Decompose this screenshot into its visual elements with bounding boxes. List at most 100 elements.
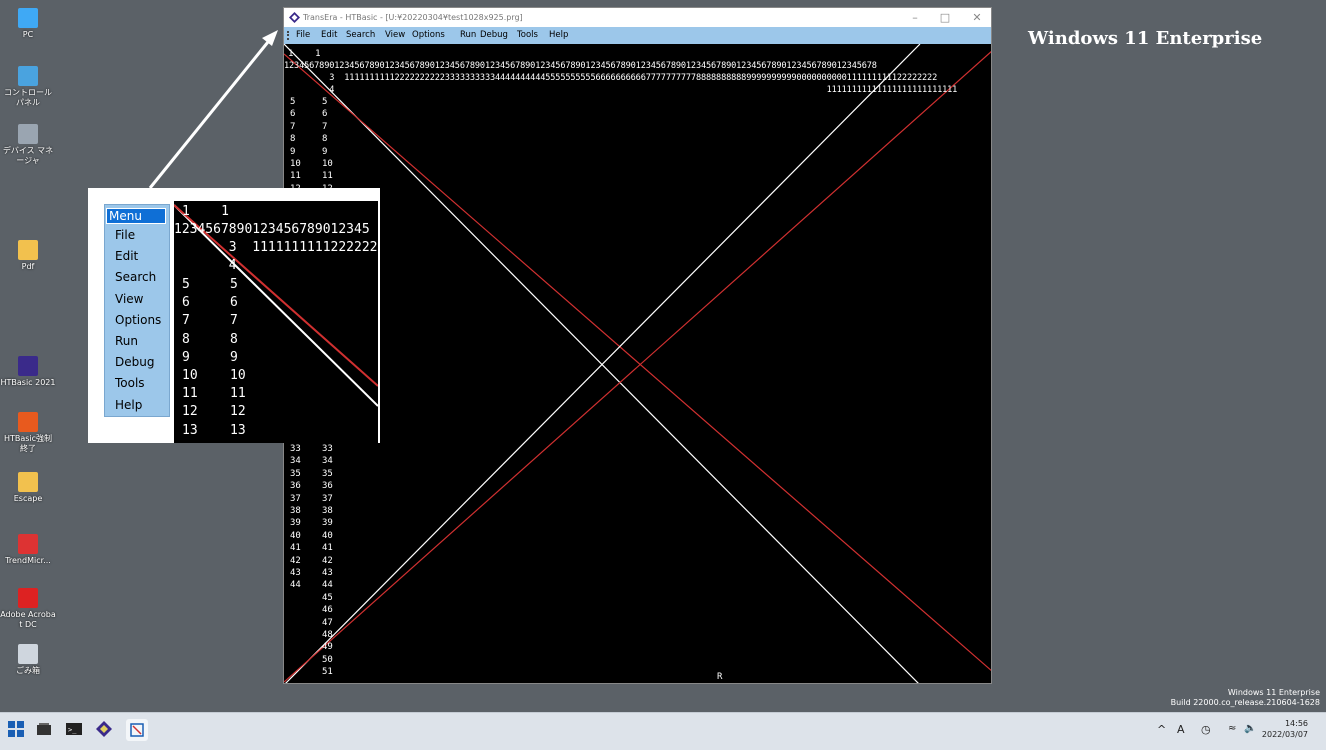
inset-zoom-row-left: 11 bbox=[182, 386, 198, 402]
menu-item-debug[interactable]: Debug bbox=[480, 27, 508, 44]
desktop-icon-item[interactable]: Escape bbox=[0, 472, 56, 504]
console-row-left: 5 bbox=[290, 97, 296, 107]
desktop-icon-item[interactable]: HTBasic強制終了 bbox=[0, 412, 56, 454]
edition-label: Windows 11 Enterprise bbox=[1028, 28, 1263, 49]
menu-item-options[interactable]: Options bbox=[412, 27, 445, 44]
wifi-icon[interactable]: ≈ bbox=[1228, 723, 1236, 734]
console-row-right: 10 bbox=[322, 159, 333, 169]
ime-mode-icon[interactable]: ◷ bbox=[1201, 723, 1211, 736]
inset-menu-title[interactable]: Menu bbox=[106, 208, 166, 224]
snipping-tool-icon[interactable] bbox=[126, 719, 148, 741]
zoom-inset: Menu File Edit Search View Options Run Debug To… bbox=[88, 188, 380, 443]
desktop-icon-item[interactable]: HTBasic 2021 bbox=[0, 356, 56, 388]
desktop-icon-item[interactable]: コントロール パネル bbox=[0, 66, 56, 108]
red-line-up bbox=[284, 50, 991, 683]
console-row-right: 11 bbox=[322, 171, 333, 182]
svg-text:>_: >_ bbox=[68, 726, 77, 734]
build-number: Build 22000.co_release.210604-1628 bbox=[1170, 698, 1320, 707]
desktop-icon-label: デバイス マネージャ bbox=[2, 146, 54, 165]
inset-zoom-row-right: 12 bbox=[230, 404, 246, 420]
desktop-shortcut-icon bbox=[18, 412, 38, 432]
desktop-icon-label: Pdf bbox=[21, 262, 35, 271]
desktop-icon-item[interactable]: デバイス マネージャ bbox=[0, 124, 56, 166]
menu-item-run[interactable]: Run bbox=[460, 27, 476, 44]
close-button[interactable]: ✕ bbox=[962, 8, 992, 27]
console-output[interactable]: 1 1 123456789012345678901234567890123456… bbox=[284, 44, 991, 683]
maximize-button[interactable]: □ bbox=[930, 8, 960, 27]
start-icon[interactable] bbox=[8, 721, 28, 741]
desktop-icon-item[interactable]: ごみ箱 bbox=[0, 644, 56, 676]
task-view-icon[interactable] bbox=[36, 721, 56, 741]
console-row-left: 44 bbox=[290, 580, 301, 591]
desktop-icon-label: Adobe Acrobat DC bbox=[0, 610, 56, 629]
desktop-shortcut-icon bbox=[18, 472, 38, 492]
console-row-left: 38 bbox=[290, 506, 301, 516]
terminal-icon[interactable]: >_ bbox=[66, 721, 86, 741]
inset-menu-item-run[interactable]: Run bbox=[115, 334, 138, 348]
inset-zoom-line1: 1 1 bbox=[182, 204, 229, 219]
menu-item-edit[interactable]: Edit bbox=[321, 27, 337, 44]
inset-menu-item-file[interactable]: File bbox=[115, 228, 135, 242]
volume-icon[interactable]: 🔈 bbox=[1244, 723, 1256, 734]
desktop-icon-item[interactable]: TrendMicr... bbox=[0, 534, 56, 566]
inset-zoom-view: 1 1 1234567890123456789012345 3 11111111… bbox=[174, 199, 378, 443]
build-watermark: Windows 11 Enterprise Build 22000.co_rel… bbox=[1171, 688, 1320, 708]
tray-chevron-icon[interactable]: ^ bbox=[1157, 723, 1166, 736]
inset-menu-item-search[interactable]: Search bbox=[115, 270, 156, 284]
build-edition: Windows 11 Enterprise bbox=[1227, 688, 1320, 697]
desktop-icon-item[interactable]: Adobe Acrobat DC bbox=[0, 588, 56, 630]
minimize-button[interactable]: – bbox=[900, 8, 930, 27]
desktop-shortcut-icon bbox=[18, 66, 38, 86]
inset-zoom-row-left: 6 bbox=[182, 295, 190, 311]
desktop-shortcut-icon bbox=[18, 588, 38, 608]
console-row-right: 35 bbox=[322, 468, 333, 479]
console-row-left: 40 bbox=[290, 530, 301, 541]
inset-zoom-row-right: 7 bbox=[230, 313, 238, 329]
menu-item-help[interactable]: Help bbox=[549, 27, 568, 44]
inset-menu-item-view[interactable]: View bbox=[115, 292, 143, 306]
htbasic-taskbar-icon[interactable] bbox=[96, 721, 116, 741]
console-row-right: 39 bbox=[322, 518, 333, 529]
desktop-shortcut-icon bbox=[18, 124, 38, 144]
inset-zoom-row-left: 12 bbox=[182, 404, 198, 420]
menu-item-view[interactable]: View bbox=[385, 27, 405, 44]
console-row-right: 37 bbox=[322, 493, 333, 504]
console-row-right: 48 bbox=[322, 630, 333, 640]
console-header-line1: 1 1 bbox=[288, 49, 321, 59]
clock-date: 2022/03/07 bbox=[1261, 730, 1308, 739]
desktop-icon-item[interactable]: PC bbox=[0, 8, 56, 40]
inset-menu-item-tools[interactable]: Tools bbox=[115, 376, 145, 390]
window-title: TransEra - HTBasic - [U:¥20220304¥test10… bbox=[303, 13, 523, 22]
console-row-left: 35 bbox=[290, 468, 301, 479]
console-row-right: 42 bbox=[322, 555, 333, 566]
desktop-shortcut-icon bbox=[18, 240, 38, 260]
console-row-right: 40 bbox=[322, 530, 333, 541]
desktop-icon-label: PC bbox=[22, 30, 34, 39]
console-row-right: 38 bbox=[322, 506, 333, 516]
menu-item-tools[interactable]: Tools bbox=[517, 27, 538, 44]
menu-item-search[interactable]: Search bbox=[346, 27, 375, 44]
console-row-right: 43 bbox=[322, 568, 333, 578]
console-row-left: 36 bbox=[290, 481, 301, 492]
htbasic-window[interactable]: TransEra - HTBasic - [U:¥20220304¥test10… bbox=[283, 7, 992, 684]
clock[interactable]: 14:56 2022/03/07 bbox=[1262, 718, 1308, 740]
inset-zoom-line4: 4 bbox=[174, 258, 237, 273]
inset-zoom-row-left: 9 bbox=[182, 349, 190, 365]
console-row-right: 46 bbox=[322, 605, 333, 616]
console-row-right: 36 bbox=[322, 481, 333, 492]
desktop-icon-item[interactable]: Pdf bbox=[0, 240, 56, 272]
inset-menu-item-options[interactable]: Options bbox=[115, 313, 161, 327]
inset-menu-item-help[interactable]: Help bbox=[115, 398, 142, 412]
console-row-right: 5 bbox=[322, 97, 328, 107]
inset-zoom-line3: 3 11111111112222222 bbox=[174, 240, 378, 255]
inset-zoom-row-left: 10 bbox=[182, 368, 198, 383]
menu-item-file[interactable]: File bbox=[296, 27, 310, 44]
inset-zoom-row-right: 11 bbox=[230, 386, 246, 402]
inset-menu-item-edit[interactable]: Edit bbox=[115, 249, 138, 263]
title-bar[interactable]: TransEra - HTBasic - [U:¥20220304¥test10… bbox=[284, 8, 991, 27]
menu-bar: File Edit Search View Options Run Debug Tools He… bbox=[284, 27, 991, 44]
inset-menu-item-debug[interactable]: Debug bbox=[115, 355, 154, 369]
console-row-left: 11 bbox=[290, 171, 301, 182]
console-row-left: 10 bbox=[290, 159, 301, 169]
ime-indicator[interactable]: A bbox=[1177, 723, 1185, 736]
